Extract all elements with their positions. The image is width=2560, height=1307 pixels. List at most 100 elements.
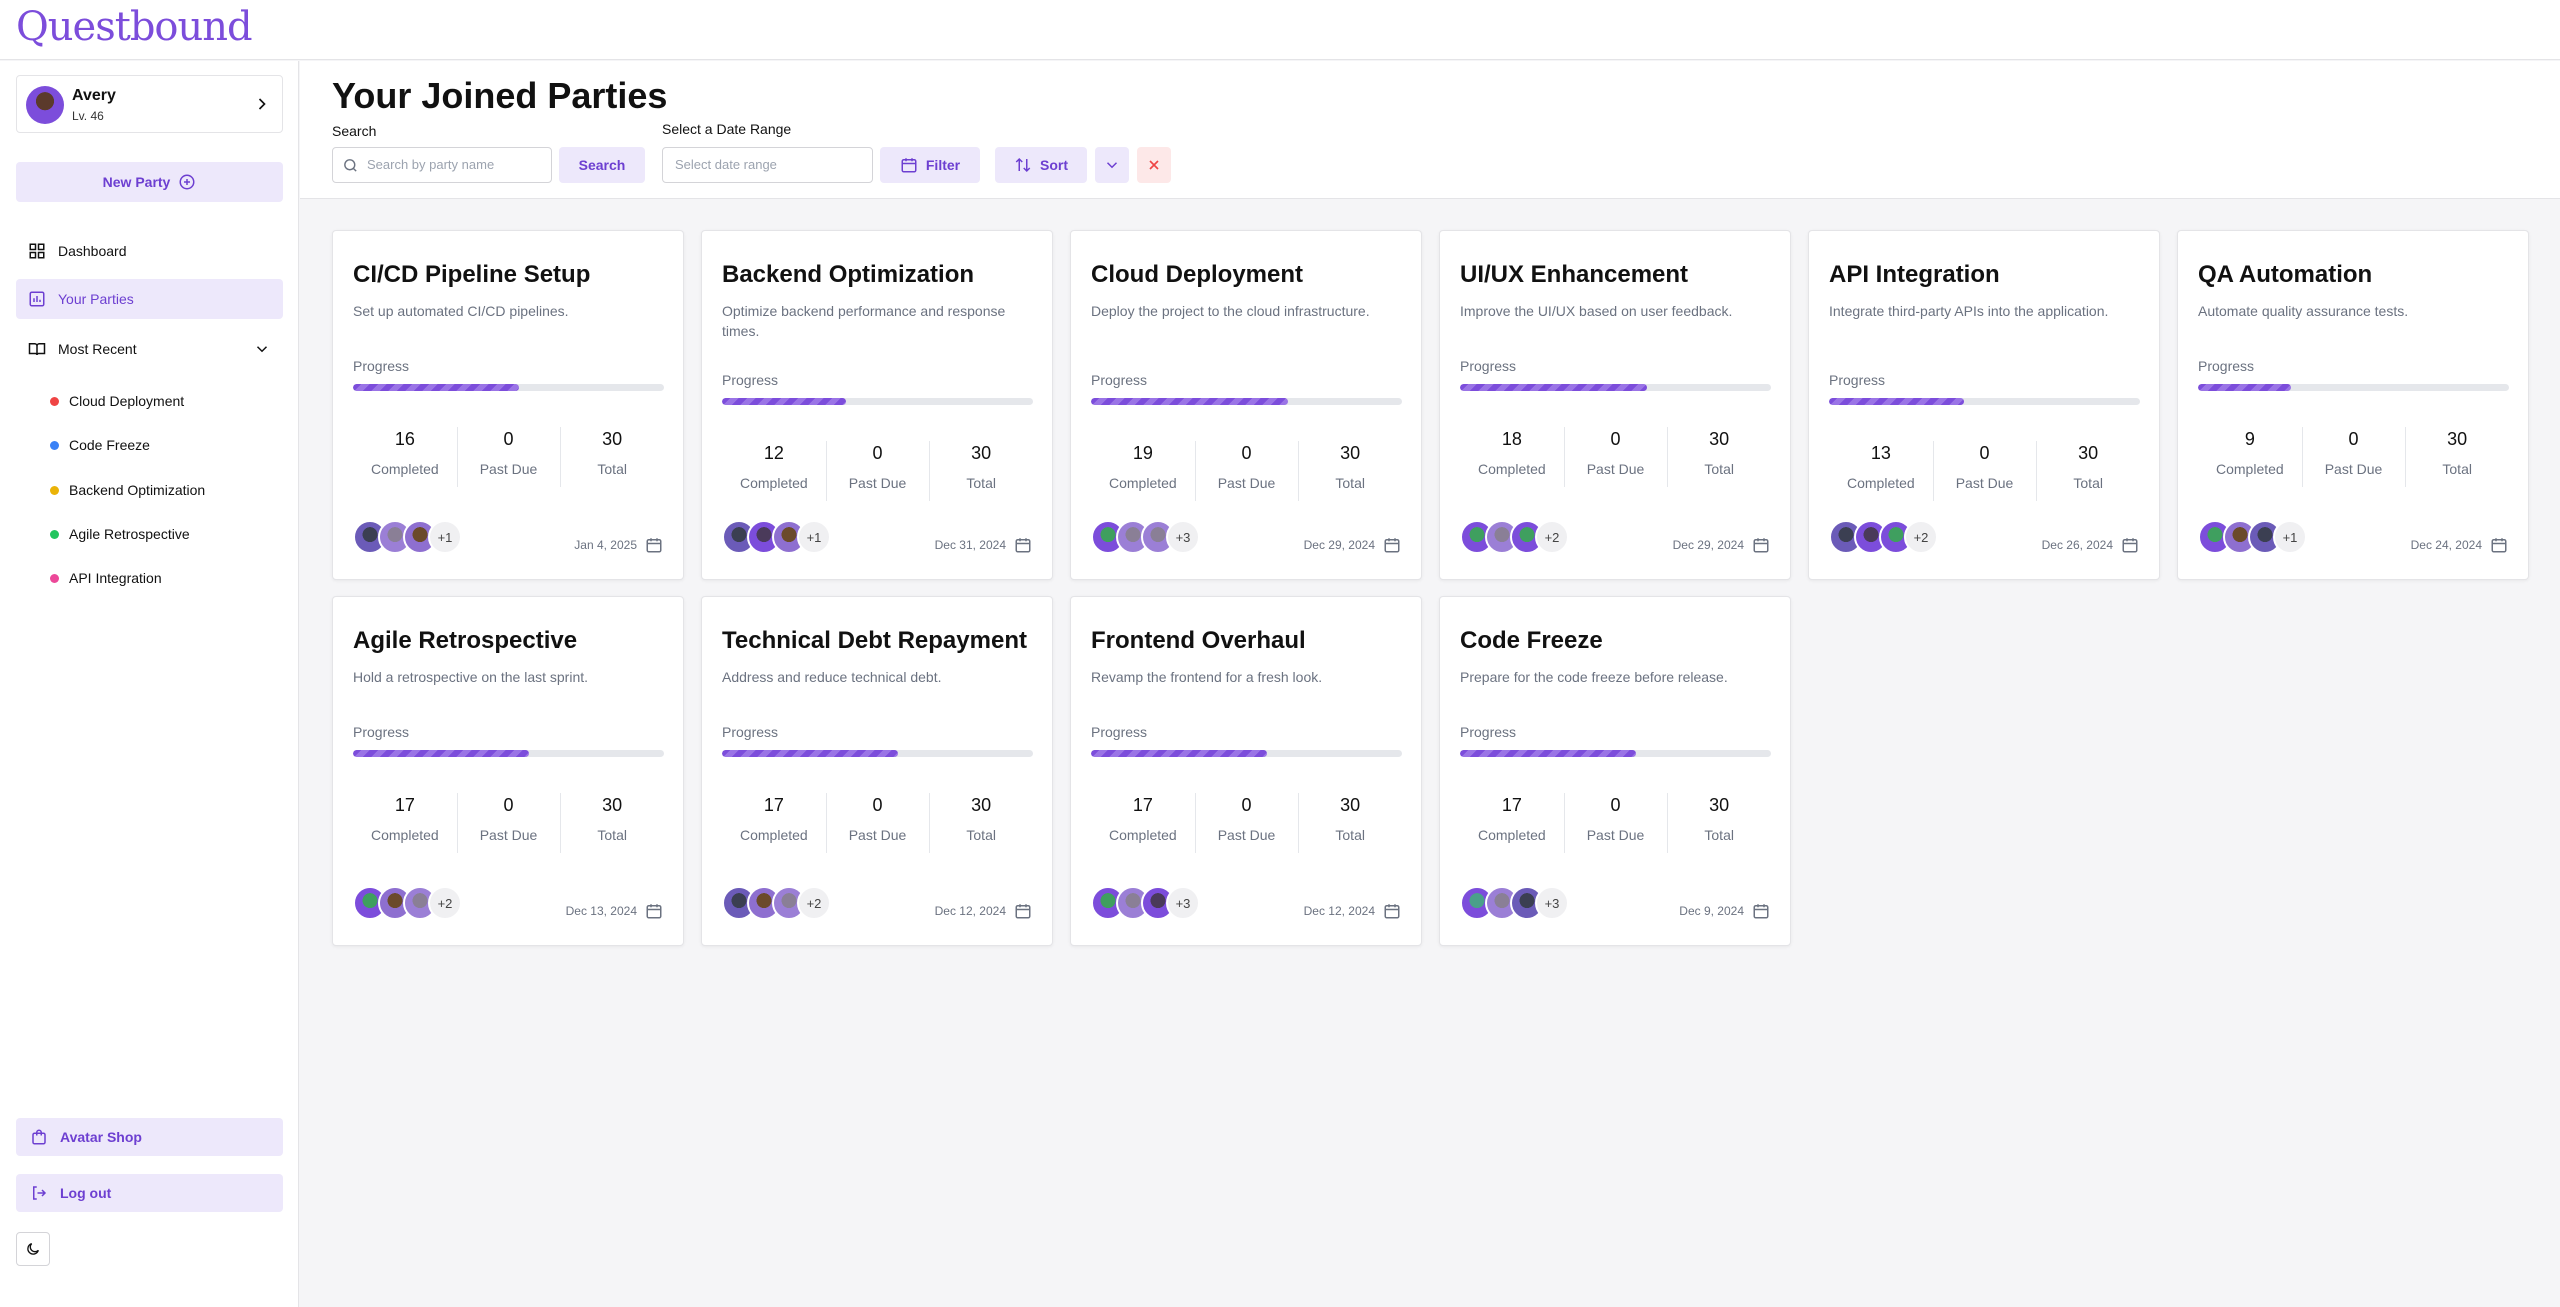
total-label: Total — [1704, 827, 1734, 843]
search-button-label: Search — [578, 157, 626, 173]
color-dot — [50, 485, 59, 495]
search-button[interactable]: Search — [559, 147, 645, 183]
completed-label: Completed — [1108, 827, 1177, 843]
chart-icon — [29, 291, 45, 307]
app-logo[interactable]: Questbound — [16, 4, 253, 50]
more-members-badge: +2 — [1535, 520, 1569, 554]
more-members-badge: +1 — [797, 520, 831, 554]
party-date: Dec 29, 2024 — [1673, 536, 1770, 554]
party-card[interactable]: Technical Debt Repayment Address and red… — [701, 596, 1053, 946]
party-card[interactable]: Agile Retrospective Hold a retrospective… — [332, 596, 684, 946]
party-card[interactable]: API Integration Integrate third-party AP… — [1808, 230, 2160, 580]
total-label: Total — [2073, 475, 2103, 491]
party-card[interactable]: QA Automation Automate quality assurance… — [2177, 230, 2529, 580]
recent-item[interactable]: Cloud Deployment — [50, 391, 184, 411]
stat-completed: 12 Completed — [722, 441, 826, 501]
stat-total: 30 Total — [929, 441, 1033, 501]
party-stats: 18 Completed 0 Past Due 30 Total — [1460, 427, 1771, 487]
logout-label: Log out — [60, 1185, 112, 1201]
past-due-count: 0 — [1979, 443, 1990, 463]
total-label: Total — [2442, 461, 2472, 477]
nav-dashboard[interactable]: Dashboard — [16, 231, 283, 271]
party-title: QA Automation — [2198, 261, 2373, 288]
color-dot — [50, 529, 59, 539]
clear-filters-button[interactable] — [1137, 147, 1171, 183]
date-range-field[interactable] — [662, 147, 873, 183]
member-avatars[interactable]: +2 — [353, 886, 462, 924]
stat-total: 30 Total — [560, 427, 664, 487]
filter-button[interactable]: Filter — [880, 147, 980, 183]
party-card[interactable]: Code Freeze Prepare for the code freeze … — [1439, 596, 1791, 946]
progress-fill — [1829, 398, 1964, 405]
party-card[interactable]: CI/CD Pipeline Setup Set up automated CI… — [332, 230, 684, 580]
party-title: Frontend Overhaul — [1091, 627, 1306, 654]
party-stats: 16 Completed 0 Past Due 30 Total — [353, 427, 664, 487]
party-card[interactable]: Cloud Deployment Deploy the project to t… — [1070, 230, 1422, 580]
stat-total: 30 Total — [1667, 793, 1771, 853]
total-count: 30 — [602, 795, 623, 815]
recent-item[interactable]: Backend Optimization — [50, 480, 205, 500]
party-description: Integrate third-party APIs into the appl… — [1829, 303, 2109, 319]
stat-past-due: 0 Past Due — [1563, 427, 1668, 487]
stat-past-due: 0 Past Due — [1194, 793, 1299, 853]
chevron-right-icon — [258, 98, 266, 110]
progress-bar — [722, 750, 1033, 757]
progress-fill — [722, 750, 899, 757]
stat-past-due: 0 Past Due — [456, 793, 561, 853]
party-card[interactable]: Frontend Overhaul Revamp the frontend fo… — [1070, 596, 1422, 946]
member-avatars[interactable]: +1 — [2198, 520, 2307, 558]
party-stats: 17 Completed 0 Past Due 30 Total — [1460, 793, 1771, 853]
grid-icon — [29, 243, 45, 259]
party-card[interactable]: Backend Optimization Optimize backend pe… — [701, 230, 1053, 580]
more-members-badge: +2 — [1904, 520, 1938, 554]
party-card[interactable]: UI/UX Enhancement Improve the UI/UX base… — [1439, 230, 1791, 580]
completed-label: Completed — [2215, 461, 2284, 477]
past-due-label: Past Due — [479, 461, 538, 477]
search-field[interactable] — [332, 147, 552, 183]
recent-item[interactable]: Agile Retrospective — [50, 524, 190, 544]
page-title: Your Joined Parties — [332, 75, 668, 116]
member-avatars[interactable]: +2 — [722, 886, 831, 924]
member-avatars[interactable]: +1 — [353, 520, 462, 558]
avatar-shop-button[interactable]: Avatar Shop — [16, 1118, 283, 1156]
sort-button[interactable]: Sort — [995, 147, 1087, 183]
party-date: Dec 31, 2024 — [935, 536, 1032, 554]
search-input[interactable] — [367, 157, 547, 172]
more-members-badge: +3 — [1535, 886, 1569, 920]
member-avatars[interactable]: +2 — [1829, 520, 1938, 558]
progress-fill — [722, 398, 847, 405]
nav-most-recent[interactable]: Most Recent — [16, 329, 283, 369]
logout-button[interactable]: Log out — [16, 1174, 283, 1212]
completed-label: Completed — [1477, 461, 1546, 477]
avatar-shop-label: Avatar Shop — [60, 1129, 142, 1145]
theme-toggle-button[interactable] — [16, 1232, 50, 1266]
progress-label: Progress — [722, 372, 779, 388]
party-stats: 9 Completed 0 Past Due 30 Total — [2198, 427, 2509, 487]
recent-item[interactable]: Code Freeze — [50, 435, 150, 455]
stat-total: 30 Total — [1298, 793, 1402, 853]
completed-label: Completed — [739, 475, 808, 491]
past-due-count: 0 — [872, 443, 883, 463]
member-avatars[interactable]: +1 — [722, 520, 831, 558]
party-stats: 19 Completed 0 Past Due 30 Total — [1091, 441, 1402, 501]
new-party-button[interactable]: New Party — [16, 162, 283, 202]
stat-past-due: 0 Past Due — [456, 427, 561, 487]
party-date-text: Dec 12, 2024 — [934, 904, 1006, 918]
sort-button-label: Sort — [1040, 157, 1068, 173]
user-profile-card[interactable]: Avery Lv. 46 — [16, 75, 283, 133]
recent-item[interactable]: API Integration — [50, 568, 162, 588]
member-avatars[interactable]: +2 — [1460, 520, 1569, 558]
user-name: Avery — [72, 87, 116, 104]
filter-button-label: Filter — [925, 157, 961, 173]
recent-item-label: Agile Retrospective — [69, 526, 190, 542]
calendar-icon — [646, 904, 662, 919]
sort-direction-button[interactable] — [1095, 147, 1129, 183]
member-avatars[interactable]: +3 — [1460, 886, 1569, 924]
date-range-input[interactable] — [675, 157, 865, 172]
completed-count: 19 — [1132, 443, 1153, 463]
member-avatars[interactable]: +3 — [1091, 886, 1200, 924]
nav-your-parties[interactable]: Your Parties — [16, 279, 283, 319]
past-due-label: Past Due — [1586, 827, 1645, 843]
sidebar: Avery Lv. 46 New Party Dashboard Your Pa… — [0, 61, 299, 1307]
member-avatars[interactable]: +3 — [1091, 520, 1200, 558]
